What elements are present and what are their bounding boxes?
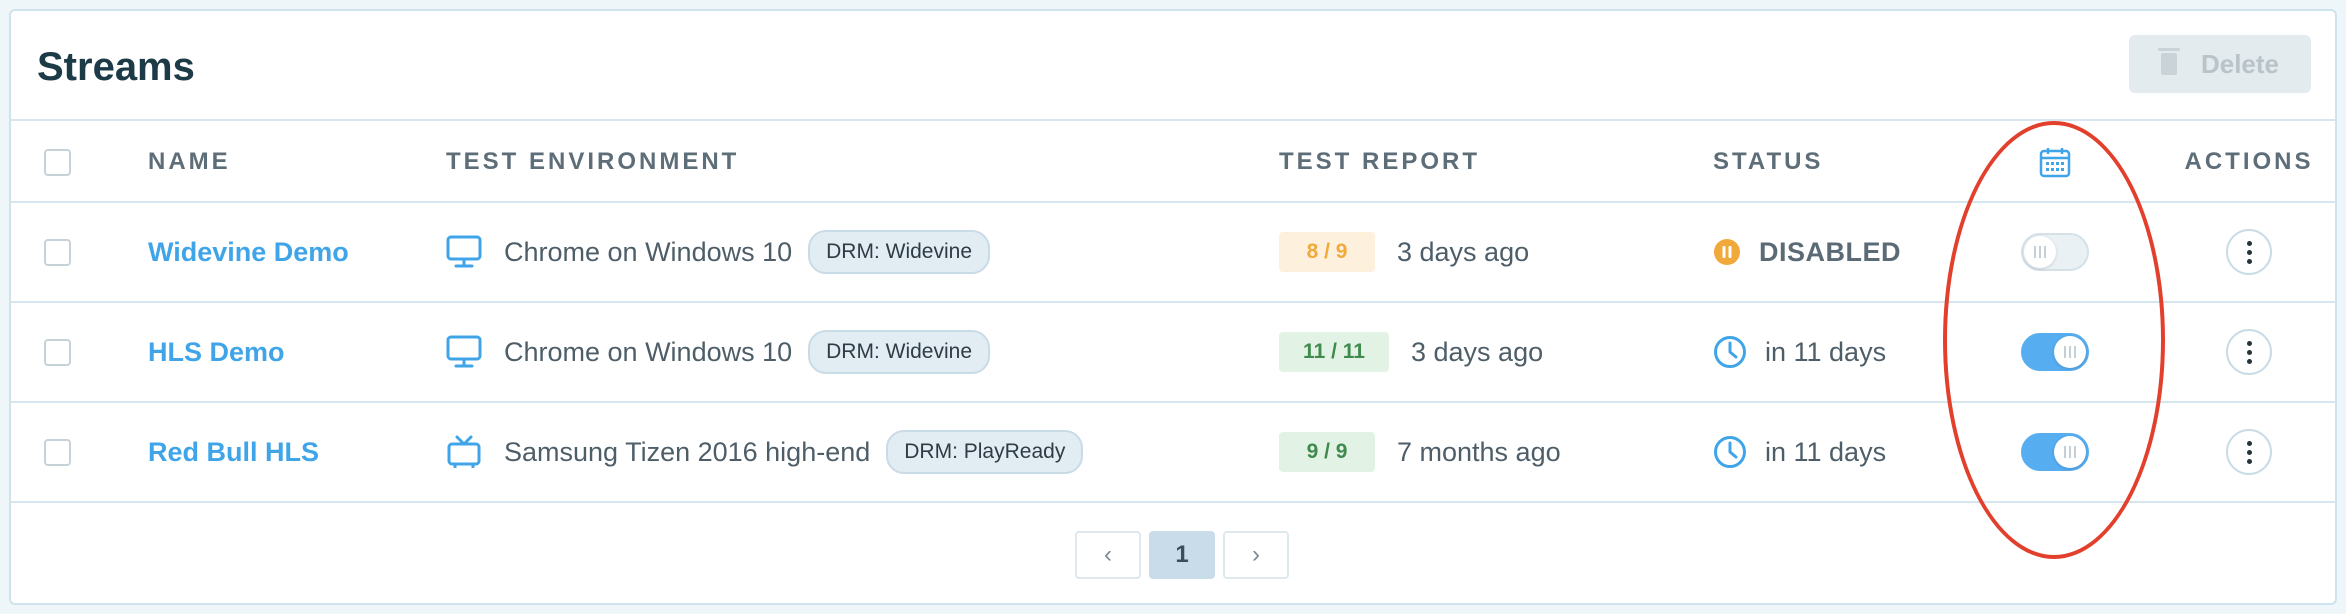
drm-badge: DRM: Widevine [808, 230, 991, 274]
row-actions-menu-button[interactable] [2226, 229, 2272, 275]
test-report-time: 3 days ago [1397, 236, 1530, 267]
pause-icon [1714, 239, 1740, 265]
monitor-icon [446, 335, 482, 368]
environment-label: Samsung Tizen 2016 high-end [504, 436, 871, 467]
table-row: HLS Demo Chrome on Windows 10 DRM: Widev… [11, 303, 2335, 403]
card-header: Streams Delete [11, 11, 2335, 121]
status-label: DISABLED [1759, 236, 1902, 267]
pagination: ‹ 1 › [1075, 531, 1289, 579]
status-label: in 11 days [1765, 336, 1887, 367]
column-header-status[interactable]: STATUS [1713, 148, 1823, 176]
row-actions-menu-button[interactable] [2226, 429, 2272, 475]
delete-button[interactable]: Delete [2129, 35, 2311, 93]
toggle-knob [2054, 336, 2086, 368]
toggle-knob [2054, 436, 2086, 468]
next-page-button[interactable]: › [1223, 531, 1289, 579]
table-row: Red Bull HLS Samsung Tizen 2016 high-end… [11, 403, 2335, 503]
drm-badge: DRM: PlayReady [886, 430, 1084, 474]
schedule-toggle[interactable] [2021, 433, 2089, 471]
stream-name-link[interactable]: HLS Demo [148, 337, 285, 368]
clock-icon [1714, 336, 1746, 368]
test-report-score-badge[interactable]: 11 / 11 [1279, 332, 1389, 372]
calendar-icon [2039, 148, 2071, 178]
toggle-knob [2024, 236, 2056, 268]
table-header-row: NAME TEST ENVIRONMENT TEST REPORT STATUS… [11, 123, 2335, 203]
drm-badge: DRM: Widevine [808, 330, 991, 374]
clock-icon [1714, 436, 1746, 468]
row-checkbox[interactable] [44, 438, 71, 466]
page-number-button[interactable]: 1 [1149, 531, 1215, 579]
test-report-score-badge[interactable]: 9 / 9 [1279, 432, 1375, 472]
monitor-icon [446, 235, 482, 268]
environment-label: Chrome on Windows 10 [504, 236, 793, 267]
schedule-toggle[interactable] [2021, 233, 2089, 271]
test-report-time: 7 months ago [1397, 436, 1561, 467]
delete-button-label: Delete [2200, 48, 2280, 79]
page-title: Streams [37, 45, 195, 89]
column-header-report[interactable]: TEST REPORT [1279, 148, 1480, 176]
row-checkbox[interactable] [44, 338, 71, 366]
trash-icon [2157, 48, 2180, 75]
previous-page-button[interactable]: ‹ [1075, 531, 1141, 579]
column-header-name[interactable]: NAME [148, 148, 231, 176]
column-header-environment[interactable]: TEST ENVIRONMENT [446, 148, 739, 176]
row-actions-menu-button[interactable] [2226, 329, 2272, 375]
column-header-actions: ACTIONS [2184, 148, 2314, 175]
tv-icon [447, 435, 481, 468]
test-report-time: 3 days ago [1411, 336, 1544, 367]
test-report-score-badge[interactable]: 8 / 9 [1279, 232, 1375, 272]
stream-name-link[interactable]: Widevine Demo [148, 237, 349, 268]
stream-name-link[interactable]: Red Bull HLS [148, 437, 319, 468]
table-row: Widevine Demo Chrome on Windows 10 DRM: … [11, 203, 2335, 303]
streams-card: Streams Delete NAME TEST ENVIRONMENT TES… [9, 9, 2337, 605]
schedule-toggle[interactable] [2021, 333, 2089, 371]
environment-label: Chrome on Windows 10 [504, 336, 793, 367]
row-checkbox[interactable] [44, 238, 71, 266]
status-label: in 11 days [1765, 436, 1887, 467]
select-all-checkbox[interactable] [44, 148, 71, 176]
